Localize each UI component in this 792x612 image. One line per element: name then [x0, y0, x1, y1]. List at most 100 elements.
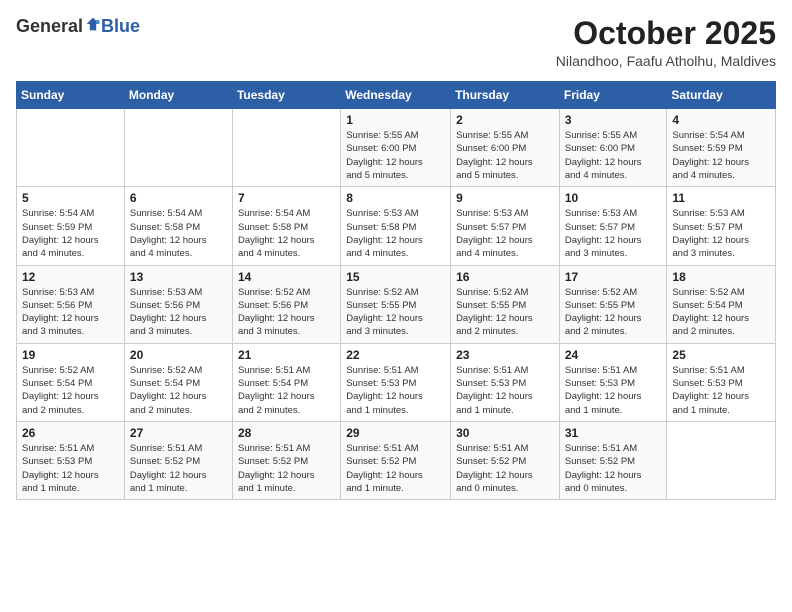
calendar-cell: 31 Sunrise: 5:51 AM Sunset: 5:52 PM Dayli…	[559, 421, 667, 499]
logo-icon	[85, 16, 101, 32]
title-block: October 2025 Nilandhoo, Faafu Atholhu, M…	[556, 16, 776, 69]
day-number: 3	[565, 113, 662, 127]
logo-blue-text: Blue	[101, 16, 140, 37]
day-number: 22	[346, 348, 445, 362]
day-number: 25	[672, 348, 770, 362]
day-info: Sunrise: 5:54 AM Sunset: 5:59 PM Dayligh…	[22, 207, 119, 260]
calendar-body: 1 Sunrise: 5:55 AM Sunset: 6:00 PM Daylig…	[17, 109, 776, 500]
day-number: 6	[130, 191, 227, 205]
day-info: Sunrise: 5:53 AM Sunset: 5:57 PM Dayligh…	[456, 207, 554, 260]
day-info: Sunrise: 5:53 AM Sunset: 5:56 PM Dayligh…	[130, 286, 227, 339]
calendar-week-row: 26 Sunrise: 5:51 AM Sunset: 5:53 PM Dayli…	[17, 421, 776, 499]
day-number: 2	[456, 113, 554, 127]
day-of-week-header: Thursday	[451, 82, 560, 109]
month-title: October 2025	[556, 16, 776, 51]
day-info: Sunrise: 5:52 AM Sunset: 5:54 PM Dayligh…	[22, 364, 119, 417]
day-number: 20	[130, 348, 227, 362]
calendar-cell: 3 Sunrise: 5:55 AM Sunset: 6:00 PM Daylig…	[559, 109, 667, 187]
day-number: 31	[565, 426, 662, 440]
day-info: Sunrise: 5:54 AM Sunset: 5:58 PM Dayligh…	[238, 207, 335, 260]
logo: General Blue	[16, 16, 140, 37]
calendar-cell: 19 Sunrise: 5:52 AM Sunset: 5:54 PM Dayli…	[17, 343, 125, 421]
day-of-week-header: Sunday	[17, 82, 125, 109]
day-info: Sunrise: 5:53 AM Sunset: 5:58 PM Dayligh…	[346, 207, 445, 260]
calendar-cell: 15 Sunrise: 5:52 AM Sunset: 5:55 PM Dayli…	[341, 265, 451, 343]
day-number: 9	[456, 191, 554, 205]
calendar-header: SundayMondayTuesdayWednesdayThursdayFrid…	[17, 82, 776, 109]
day-info: Sunrise: 5:52 AM Sunset: 5:54 PM Dayligh…	[130, 364, 227, 417]
calendar-cell: 18Sunrise: 5:52 AM Sunset: 5:54 PM Dayli…	[667, 265, 776, 343]
day-number: 23	[456, 348, 554, 362]
calendar-cell: 10 Sunrise: 5:53 AM Sunset: 5:57 PM Dayli…	[559, 187, 667, 265]
day-info: Sunrise: 5:53 AM Sunset: 5:56 PM Dayligh…	[22, 286, 119, 339]
calendar-cell: 27 Sunrise: 5:51 AM Sunset: 5:52 PM Dayli…	[124, 421, 232, 499]
calendar-cell: 12Sunrise: 5:53 AM Sunset: 5:56 PM Dayli…	[17, 265, 125, 343]
calendar-cell: 17 Sunrise: 5:52 AM Sunset: 5:55 PM Dayli…	[559, 265, 667, 343]
day-info: Sunrise: 5:55 AM Sunset: 6:00 PM Dayligh…	[565, 129, 662, 182]
calendar-cell: 22Sunrise: 5:51 AM Sunset: 5:53 PM Dayli…	[341, 343, 451, 421]
calendar-cell: 24 Sunrise: 5:51 AM Sunset: 5:53 PM Dayli…	[559, 343, 667, 421]
day-info: Sunrise: 5:51 AM Sunset: 5:52 PM Dayligh…	[565, 442, 662, 495]
day-info: Sunrise: 5:54 AM Sunset: 5:59 PM Dayligh…	[672, 129, 770, 182]
day-info: Sunrise: 5:54 AM Sunset: 5:58 PM Dayligh…	[130, 207, 227, 260]
day-number: 17	[565, 270, 662, 284]
day-info: Sunrise: 5:51 AM Sunset: 5:53 PM Dayligh…	[672, 364, 770, 417]
day-number: 1	[346, 113, 445, 127]
calendar-cell: 6 Sunrise: 5:54 AM Sunset: 5:58 PM Daylig…	[124, 187, 232, 265]
day-number: 11	[672, 191, 770, 205]
day-number: 21	[238, 348, 335, 362]
day-number: 26	[22, 426, 119, 440]
calendar-cell: 8Sunrise: 5:53 AM Sunset: 5:58 PM Daylig…	[341, 187, 451, 265]
calendar-cell: 16Sunrise: 5:52 AM Sunset: 5:55 PM Dayli…	[451, 265, 560, 343]
day-info: Sunrise: 5:52 AM Sunset: 5:55 PM Dayligh…	[565, 286, 662, 339]
calendar-cell: 29 Sunrise: 5:51 AM Sunset: 5:52 PM Dayli…	[341, 421, 451, 499]
calendar-cell: 5 Sunrise: 5:54 AM Sunset: 5:59 PM Daylig…	[17, 187, 125, 265]
day-number: 18	[672, 270, 770, 284]
calendar-cell: 23 Sunrise: 5:51 AM Sunset: 5:53 PM Dayli…	[451, 343, 560, 421]
calendar-week-row: 19 Sunrise: 5:52 AM Sunset: 5:54 PM Dayli…	[17, 343, 776, 421]
day-info: Sunrise: 5:53 AM Sunset: 5:57 PM Dayligh…	[565, 207, 662, 260]
day-info: Sunrise: 5:51 AM Sunset: 5:53 PM Dayligh…	[456, 364, 554, 417]
calendar-cell: 20 Sunrise: 5:52 AM Sunset: 5:54 PM Dayli…	[124, 343, 232, 421]
day-number: 14	[238, 270, 335, 284]
day-number: 29	[346, 426, 445, 440]
calendar-cell: 21Sunrise: 5:51 AM Sunset: 5:54 PM Dayli…	[232, 343, 340, 421]
day-of-week-header: Tuesday	[232, 82, 340, 109]
day-info: Sunrise: 5:51 AM Sunset: 5:52 PM Dayligh…	[456, 442, 554, 495]
day-number: 19	[22, 348, 119, 362]
day-number: 27	[130, 426, 227, 440]
calendar-cell: 7Sunrise: 5:54 AM Sunset: 5:58 PM Daylig…	[232, 187, 340, 265]
day-info: Sunrise: 5:52 AM Sunset: 5:56 PM Dayligh…	[238, 286, 335, 339]
calendar-cell	[232, 109, 340, 187]
day-of-week-header: Saturday	[667, 82, 776, 109]
day-info: Sunrise: 5:51 AM Sunset: 5:53 PM Dayligh…	[22, 442, 119, 495]
day-number: 16	[456, 270, 554, 284]
day-number: 10	[565, 191, 662, 205]
calendar-week-row: 1 Sunrise: 5:55 AM Sunset: 6:00 PM Daylig…	[17, 109, 776, 187]
calendar-table: SundayMondayTuesdayWednesdayThursdayFrid…	[16, 81, 776, 500]
calendar-cell: 1 Sunrise: 5:55 AM Sunset: 6:00 PM Daylig…	[341, 109, 451, 187]
day-of-week-header: Wednesday	[341, 82, 451, 109]
calendar-cell: 28 Sunrise: 5:51 AM Sunset: 5:52 PM Dayli…	[232, 421, 340, 499]
day-number: 28	[238, 426, 335, 440]
day-number: 24	[565, 348, 662, 362]
day-info: Sunrise: 5:52 AM Sunset: 5:55 PM Dayligh…	[346, 286, 445, 339]
day-of-week-header: Monday	[124, 82, 232, 109]
calendar-week-row: 5 Sunrise: 5:54 AM Sunset: 5:59 PM Daylig…	[17, 187, 776, 265]
day-number: 13	[130, 270, 227, 284]
calendar-cell: 30Sunrise: 5:51 AM Sunset: 5:52 PM Dayli…	[451, 421, 560, 499]
day-info: Sunrise: 5:51 AM Sunset: 5:52 PM Dayligh…	[130, 442, 227, 495]
calendar-cell	[667, 421, 776, 499]
calendar-cell: 26 Sunrise: 5:51 AM Sunset: 5:53 PM Dayli…	[17, 421, 125, 499]
day-info: Sunrise: 5:55 AM Sunset: 6:00 PM Dayligh…	[456, 129, 554, 182]
calendar-cell: 9 Sunrise: 5:53 AM Sunset: 5:57 PM Daylig…	[451, 187, 560, 265]
day-info: Sunrise: 5:51 AM Sunset: 5:53 PM Dayligh…	[565, 364, 662, 417]
page-header: General Blue October 2025 Nilandhoo, Faa…	[16, 16, 776, 69]
day-info: Sunrise: 5:51 AM Sunset: 5:52 PM Dayligh…	[346, 442, 445, 495]
day-number: 15	[346, 270, 445, 284]
day-number: 5	[22, 191, 119, 205]
day-info: Sunrise: 5:55 AM Sunset: 6:00 PM Dayligh…	[346, 129, 445, 182]
day-number: 4	[672, 113, 770, 127]
calendar-cell: 13 Sunrise: 5:53 AM Sunset: 5:56 PM Dayli…	[124, 265, 232, 343]
day-info: Sunrise: 5:51 AM Sunset: 5:52 PM Dayligh…	[238, 442, 335, 495]
